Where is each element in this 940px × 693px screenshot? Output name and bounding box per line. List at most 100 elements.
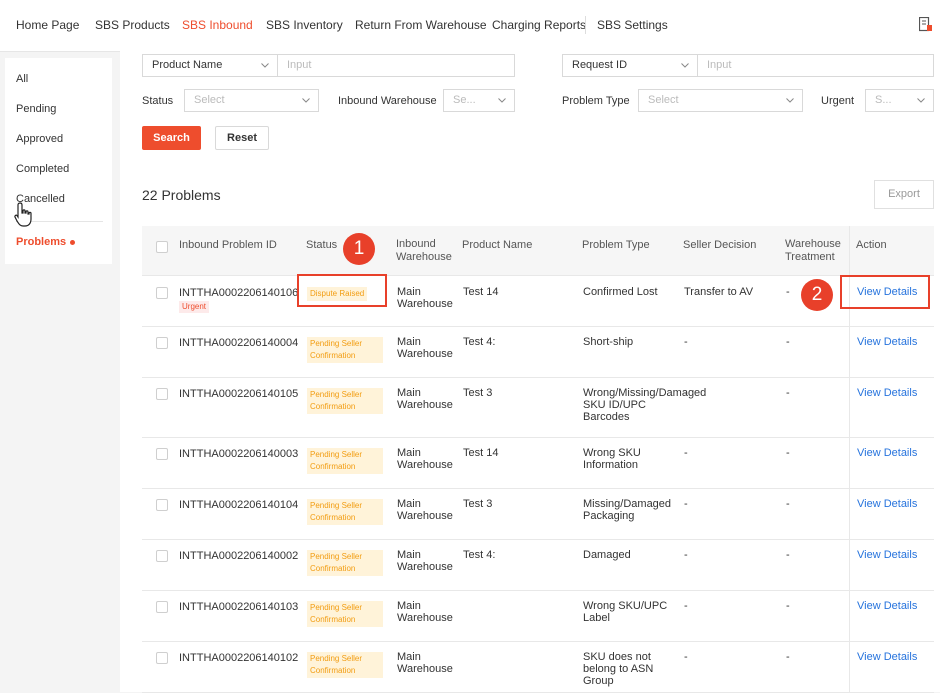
chevron-down-icon xyxy=(302,98,310,103)
warehouse-filter-label: Inbound Warehouse xyxy=(338,95,437,107)
problem-id-text: INTTHA0002206140003 xyxy=(179,448,299,460)
row-warehouse: Main Warehouse xyxy=(397,447,453,471)
request-id-placeholder: Input xyxy=(707,59,732,71)
status-filter-placeholder: Select xyxy=(194,94,225,106)
row-checkbox[interactable] xyxy=(156,652,168,664)
row-warehouse-treatment: - xyxy=(786,651,790,663)
view-details-link[interactable]: View Details xyxy=(857,387,917,399)
problem-id-text: INTTHA0002206140105 xyxy=(179,388,299,400)
row-warehouse: Main Warehouse xyxy=(397,600,453,624)
chevron-down-icon xyxy=(261,63,269,68)
row-checkbox[interactable] xyxy=(156,287,168,299)
row-checkbox[interactable] xyxy=(156,388,168,400)
row-product-name: Test 14 xyxy=(463,286,499,298)
view-details-link[interactable]: View Details xyxy=(857,336,917,348)
row-product-name: Test 4: xyxy=(463,336,496,348)
problem-id-text: INTTHA0002206140102 xyxy=(179,652,299,664)
search-button[interactable]: Search xyxy=(142,126,201,150)
row-seller-decision: - xyxy=(684,549,688,561)
status-badge: Pending Seller Confirmation xyxy=(307,448,383,474)
urgent-tag: Urgent xyxy=(179,301,210,313)
view-details-link[interactable]: View Details xyxy=(857,498,917,510)
search-input[interactable]: Input xyxy=(277,54,515,77)
row-problem-id: INTTHA0002206140104 xyxy=(179,499,298,511)
row-problem-id: INTTHA0002206140003 xyxy=(179,448,298,460)
row-warehouse-treatment: - xyxy=(786,336,790,348)
row-problem-type: SKU does not belong to ASN Group xyxy=(583,651,654,687)
hand-cursor-icon xyxy=(14,202,32,227)
warehouse-filter-select[interactable]: Se... xyxy=(443,89,515,112)
row-seller-decision: - xyxy=(684,600,688,612)
sidebar-item-label: Problems xyxy=(16,236,67,248)
problem-id-text: INTTHA0002206140104 xyxy=(179,499,299,511)
row-seller-decision: - xyxy=(684,498,688,510)
request-id-input[interactable]: Input xyxy=(697,54,934,77)
row-warehouse: Main Warehouse xyxy=(397,651,453,675)
notification-dot xyxy=(70,239,76,245)
row-problem-id: INTTHA0002206140002 xyxy=(179,550,298,562)
row-problem-id: INTTHA0002206140106 Urgent xyxy=(179,287,298,313)
row-warehouse: Main Warehouse xyxy=(397,549,453,573)
row-checkbox[interactable] xyxy=(156,448,168,460)
search-by-value: Product Name xyxy=(152,59,223,71)
row-checkbox[interactable] xyxy=(156,499,168,511)
status-badge: Pending Seller Confirmation xyxy=(307,601,383,627)
status-badge: Pending Seller Confirmation xyxy=(307,388,383,414)
row-problem-type: Missing/Damaged Packaging xyxy=(583,498,672,522)
nav-divider xyxy=(585,16,586,34)
row-product-name: Test 4: xyxy=(463,549,496,561)
table-row: INTTHA0002206140102 Pending Seller Confir… xyxy=(142,641,934,693)
problem-id-text: INTTHA0002206140106 xyxy=(179,287,299,299)
sidebar-item-problems[interactable]: Problems xyxy=(16,236,76,248)
row-warehouse: Main Warehouse xyxy=(397,336,453,360)
header-inbound-warehouse: Inbound Warehouse xyxy=(396,238,452,263)
row-seller-decision: Transfer to AV xyxy=(684,286,754,298)
problem-type-filter-label: Problem Type xyxy=(562,95,630,107)
status-filter-select[interactable]: Select xyxy=(184,89,319,112)
request-id-select[interactable]: Request ID xyxy=(562,54,698,77)
tab-home-page[interactable]: Home Page xyxy=(16,0,79,50)
header-action: Action xyxy=(856,239,887,251)
problem-id-text: INTTHA0002206140103 xyxy=(179,601,299,613)
row-warehouse-treatment: - xyxy=(786,549,790,561)
header-problem-type: Problem Type xyxy=(582,239,650,251)
problem-type-filter-select[interactable]: Select xyxy=(638,89,803,112)
row-checkbox[interactable] xyxy=(156,550,168,562)
row-seller-decision: - xyxy=(684,387,688,399)
view-details-link[interactable]: View Details xyxy=(857,600,917,612)
row-warehouse-treatment: - xyxy=(786,387,790,399)
row-seller-decision: - xyxy=(684,447,688,459)
view-details-link[interactable]: View Details xyxy=(857,549,917,561)
row-problem-type: Wrong SKU/UPC Label xyxy=(583,600,668,624)
sidebar-item-approved[interactable]: Approved xyxy=(16,133,63,145)
row-product-name: Test 3 xyxy=(463,387,493,399)
row-warehouse-treatment: - xyxy=(786,286,790,298)
view-details-link[interactable]: View Details xyxy=(857,651,917,663)
row-checkbox[interactable] xyxy=(156,601,168,613)
status-highlight-box xyxy=(297,274,387,307)
select-all-checkbox[interactable] xyxy=(156,241,168,253)
warehouse-filter-placeholder: Se... xyxy=(453,94,476,106)
sidebar-item-all[interactable]: All xyxy=(16,73,28,85)
header-inbound-problem-id: Inbound Problem ID xyxy=(179,239,277,251)
sidebar-item-completed[interactable]: Completed xyxy=(16,163,69,175)
sidebar-item-pending[interactable]: Pending xyxy=(16,103,56,115)
document-icon[interactable] xyxy=(919,17,932,32)
view-details-link[interactable]: View Details xyxy=(857,447,917,459)
row-warehouse: Main Warehouse xyxy=(397,286,453,310)
view-details-highlight-box xyxy=(840,275,930,309)
row-warehouse: Main Warehouse xyxy=(397,387,453,411)
urgent-filter-select[interactable]: S... xyxy=(865,89,934,112)
table-row: INTTHA0002206140105 Pending Seller Confir… xyxy=(142,377,934,438)
row-problem-type: Short-ship xyxy=(583,336,634,348)
reset-button[interactable]: Reset xyxy=(215,126,269,150)
export-button[interactable]: Export xyxy=(874,180,934,209)
chevron-down-icon xyxy=(498,98,506,103)
row-checkbox[interactable] xyxy=(156,337,168,349)
status-sidebar: All Pending Approved Completed Cancelled… xyxy=(5,58,112,264)
chevron-down-icon xyxy=(786,98,794,103)
row-problem-type: Wrong/Missing/Damaged SKU ID/UPC Barcode… xyxy=(583,387,707,423)
row-problem-type: Confirmed Lost xyxy=(583,286,658,298)
search-by-select[interactable]: Product Name xyxy=(142,54,278,77)
status-badge: Pending Seller Confirmation xyxy=(307,550,383,576)
